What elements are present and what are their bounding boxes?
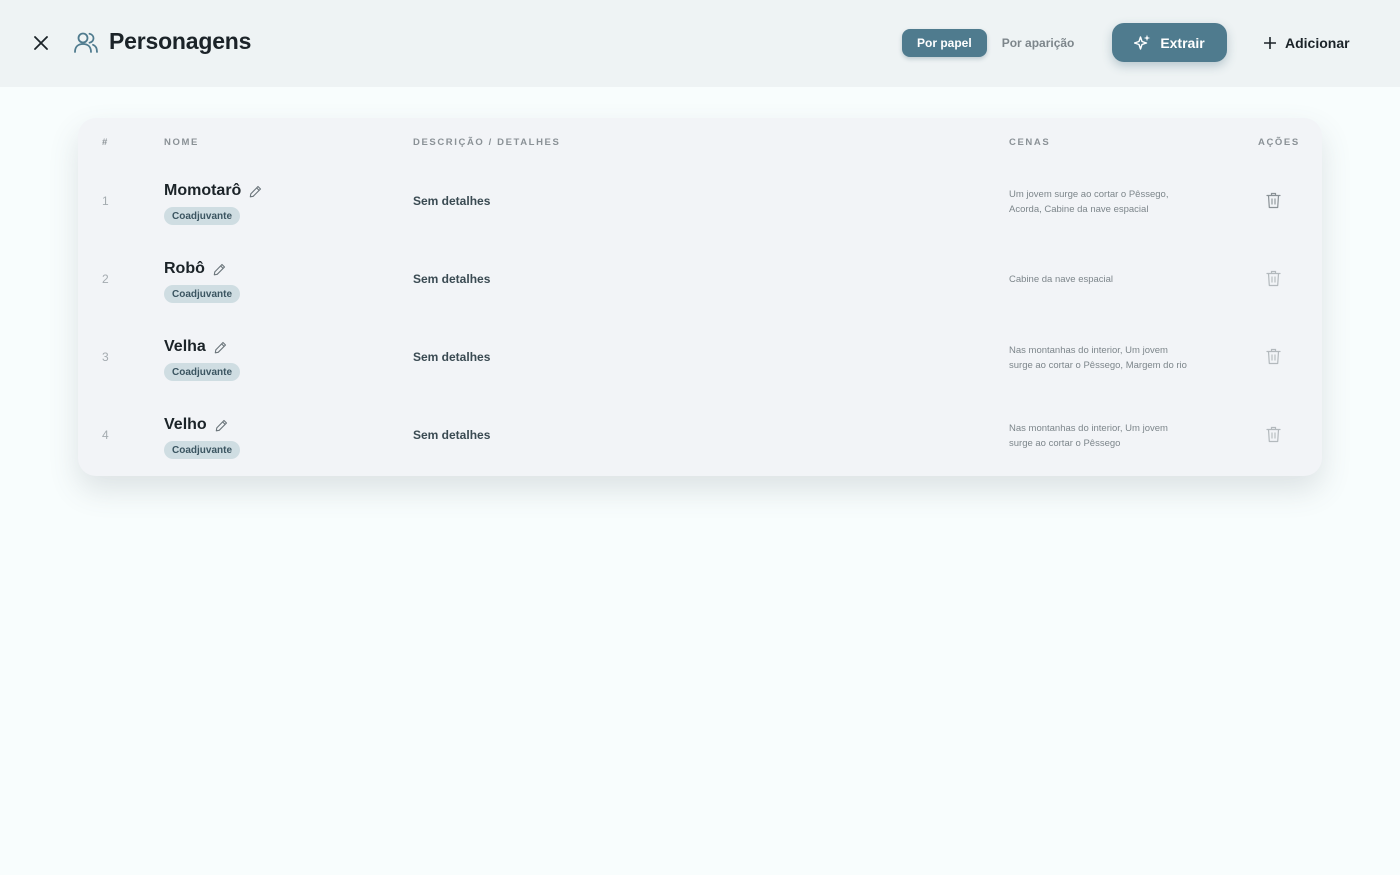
character-name: Robô xyxy=(164,260,205,277)
table-row: 1 Momotarô Coadjuvante Sem detalhes Um j… xyxy=(78,165,1322,243)
character-description: Sem detalhes xyxy=(413,272,491,286)
scenes-line: Acorda, Cabine da nave espacial xyxy=(1009,204,1149,215)
pencil-icon[interactable] xyxy=(249,185,262,198)
page-title: Personagens xyxy=(109,28,252,54)
scenes-line: Nas montanhas do interior, Um jovem xyxy=(1009,345,1168,356)
scenes-line: Nas montanhas do interior, Um jovem xyxy=(1009,423,1168,434)
role-badge: Coadjuvante xyxy=(164,363,241,381)
extract-label: Extrair xyxy=(1160,34,1205,51)
character-name: Velho xyxy=(164,416,207,433)
character-name: Momotarô xyxy=(164,182,242,199)
role-badge: Coadjuvante xyxy=(164,285,241,303)
pencil-icon[interactable] xyxy=(215,419,228,432)
trash-icon[interactable] xyxy=(1266,348,1281,365)
pencil-icon[interactable] xyxy=(214,341,227,354)
extract-button[interactable]: Extrair xyxy=(1112,23,1227,62)
character-name: Velha xyxy=(164,338,206,355)
trash-icon[interactable] xyxy=(1266,426,1281,443)
scenes-line: Um jovem surge ao cortar o Pêssego, xyxy=(1009,189,1169,200)
character-description: Sem detalhes xyxy=(413,350,491,364)
scenes-line: Cabine da nave espacial xyxy=(1009,274,1114,285)
character-scenes: Um jovem surge ao cortar o Pêssego, Acor… xyxy=(1009,187,1214,217)
character-description: Sem detalhes xyxy=(413,428,491,442)
row-number: 2 xyxy=(102,272,109,286)
column-header-description: DESCRIÇÃO / DETALHES xyxy=(413,137,561,148)
row-number: 3 xyxy=(102,350,109,364)
people-icon xyxy=(74,32,98,53)
scenes-line: surge ao cortar o Pêssego xyxy=(1009,438,1121,449)
role-badge: Coadjuvante xyxy=(164,441,241,459)
row-number: 4 xyxy=(102,428,109,442)
close-button[interactable] xyxy=(28,30,54,56)
role-badge: Coadjuvante xyxy=(164,207,241,225)
trash-icon[interactable] xyxy=(1266,270,1281,287)
row-number: 1 xyxy=(102,194,109,208)
view-by-role-button[interactable]: Por papel xyxy=(902,29,987,57)
character-scenes: Cabine da nave espacial xyxy=(1009,272,1214,287)
scenes-line: surge ao cortar o Pêssego, Margem do rio xyxy=(1009,360,1187,371)
top-bar: Personagens Por papel Por aparição Extra… xyxy=(0,0,1400,87)
view-mode-toggle: Por papel Por aparição xyxy=(902,29,1089,57)
add-button[interactable]: Adicionar xyxy=(1264,30,1350,56)
view-by-appearance-button[interactable]: Por aparição xyxy=(987,29,1090,57)
characters-table: # NOME DESCRIÇÃO / DETALHES CENAS AÇÕES … xyxy=(78,118,1322,476)
table-row: 3 Velha Coadjuvante Sem detalhes Nas mon… xyxy=(78,321,1322,399)
character-description: Sem detalhes xyxy=(413,194,491,208)
plus-icon xyxy=(1264,37,1276,49)
pencil-icon[interactable] xyxy=(213,263,226,276)
table-row: 4 Velho Coadjuvante Sem detalhes Nas mon… xyxy=(78,399,1322,477)
column-header-name: NOME xyxy=(164,137,199,148)
column-header-scenes: CENAS xyxy=(1009,137,1051,148)
table-row: 2 Robô Coadjuvante Sem detalhes Cabine d… xyxy=(78,243,1322,321)
column-header-number: # xyxy=(102,137,109,148)
sparkle-icon xyxy=(1134,34,1151,50)
add-label: Adicionar xyxy=(1285,35,1350,51)
character-scenes: Nas montanhas do interior, Um jovem surg… xyxy=(1009,421,1214,451)
column-header-actions: AÇÕES xyxy=(1258,137,1300,148)
close-icon xyxy=(34,36,48,50)
character-scenes: Nas montanhas do interior, Um jovem surg… xyxy=(1009,343,1214,373)
trash-icon[interactable] xyxy=(1266,192,1281,209)
